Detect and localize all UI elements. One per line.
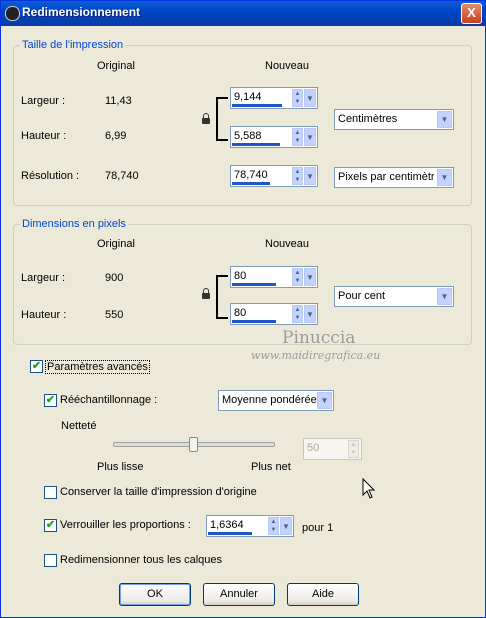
pixel-width-label: Largeur : [21,272,66,284]
pixel-width-original: 900 [105,272,124,284]
pixel-unit-value: Pour cent [338,290,386,302]
watermark-logo: Pinuccia [282,328,356,348]
print-height-original: 6,99 [105,130,127,142]
spinner-icon[interactable]: ▲ ▼ [292,167,303,185]
resize-all-layers-checkbox[interactable] [44,554,57,567]
resample-label: Rééchantillonnage : [60,394,158,406]
resize-all-layers-label: Redimensionner tous les calques [60,554,223,566]
spinner-icon[interactable]: ▲ ▼ [292,268,303,286]
print-unit-select[interactable]: Centimètres ▼ [334,109,454,130]
pixel-new-header: Nouveau [265,238,310,250]
lock-ratio-checkbox[interactable]: ✔ [44,519,57,532]
print-width-bar [232,104,282,107]
resolution-input[interactable]: 78,740 ▲ ▼ ▼ [230,165,318,187]
sharpness-value: 50 [307,442,320,454]
chevron-down-icon[interactable]: ▼ [437,288,452,305]
spinner-icon: ▲ ▼ [348,440,359,458]
resolution-unit-select[interactable]: Pixels par centimètre ▼ [334,167,454,188]
resolution-label: Résolution : [21,170,80,182]
print-width-input[interactable]: 9,144 ▲ ▼ ▼ [230,87,318,109]
keep-print-size-checkbox[interactable] [44,486,57,499]
chevron-down-icon[interactable]: ▼ [280,517,292,535]
pixel-unit-select[interactable]: Pour cent ▼ [334,286,454,307]
sharpness-input: 50 ▲ ▼ [303,438,362,460]
advanced-checkbox[interactable]: ✔ [30,360,43,373]
chevron-down-icon[interactable]: ▼ [437,111,452,128]
print-new-header: Nouveau [265,60,310,72]
resample-value: Moyenne pondérée [222,394,317,406]
resolution-bar [232,182,270,185]
app-icon [5,6,20,21]
print-width-label: Largeur : [21,95,66,107]
pixel-dims-legend: Dimensions en pixels [20,218,128,230]
pixel-height-bar [232,320,276,323]
print-link-bracket [216,97,228,141]
ok-button[interactable]: OK [119,583,191,606]
close-button[interactable]: X [461,3,482,24]
window-title: Redimensionnement [22,5,141,19]
print-height-label: Hauteur : [21,130,67,142]
lock-icon [202,288,210,299]
resample-checkbox[interactable]: ✔ [44,394,57,407]
print-width-value: 9,144 [234,91,262,103]
ratio-input[interactable]: 1,6364 ▲ ▼ ▼ [206,515,294,537]
print-unit-value: Centimètres [338,113,398,125]
chevron-down-icon[interactable]: ▼ [304,268,316,286]
chevron-down-icon[interactable]: ▼ [304,128,316,146]
print-height-value: 5,588 [234,130,262,142]
sharper-label: Plus net [251,461,291,473]
chevron-down-icon[interactable]: ▼ [304,305,316,323]
keep-print-size-label: Conserver la taille d'impression d'origi… [60,486,257,498]
resize-dialog: Redimensionnement X Taille de l'impressi… [0,0,486,618]
spinner-icon[interactable]: ▲ ▼ [292,305,303,323]
pixel-height-input[interactable]: 80 ▲ ▼ ▼ [230,303,318,325]
sharpness-slider-thumb[interactable] [189,437,198,452]
ratio-bar [208,532,252,535]
mouse-pointer-icon [362,478,376,499]
ratio-value: 1,6364 [210,519,244,531]
lock-icon [202,113,210,124]
cancel-button[interactable]: Annuler [203,583,275,606]
print-size-legend: Taille de l'impression [20,39,126,51]
ratio-suffix: pour 1 [302,522,334,534]
sharpness-label: Netteté [61,420,97,432]
spinner-icon[interactable]: ▲ ▼ [292,89,303,107]
pixel-height-label: Hauteur : [21,309,67,321]
print-original-header: Original [97,60,135,72]
resolution-original: 78,740 [105,170,139,182]
lock-ratio-label: Verrouiller les proportions : [60,519,191,531]
resolution-value: 78,740 [234,169,268,181]
pixel-height-value: 80 [234,307,247,319]
advanced-label[interactable]: Paramètres avancés [45,360,150,374]
pixel-width-value: 80 [234,270,247,282]
spinner-icon[interactable]: ▲ ▼ [292,128,303,146]
title-bar[interactable]: Redimensionnement X [1,1,485,26]
chevron-down-icon[interactable]: ▼ [437,169,452,186]
resample-select[interactable]: Moyenne pondérée ▼ [218,390,334,411]
chevron-down-icon[interactable]: ▼ [317,392,332,409]
chevron-down-icon[interactable]: ▼ [304,89,316,107]
pixel-link-bracket [216,275,228,319]
resolution-unit-value: Pixels par centimètre [338,171,434,183]
chevron-down-icon[interactable]: ▼ [304,167,316,185]
watermark-url: www.maidiregrafica.eu [251,349,381,362]
help-button[interactable]: Aide [287,583,359,606]
pixel-width-bar [232,283,276,286]
print-width-original: 11,43 [105,95,132,107]
print-height-bar [232,143,280,146]
pixel-original-header: Original [97,238,135,250]
smoother-label: Plus lisse [97,461,144,473]
print-height-input[interactable]: 5,588 ▲ ▼ ▼ [230,126,318,148]
pixel-width-input[interactable]: 80 ▲ ▼ ▼ [230,266,318,288]
pixel-height-original: 550 [105,309,124,321]
spinner-icon[interactable]: ▲ ▼ [268,517,279,535]
